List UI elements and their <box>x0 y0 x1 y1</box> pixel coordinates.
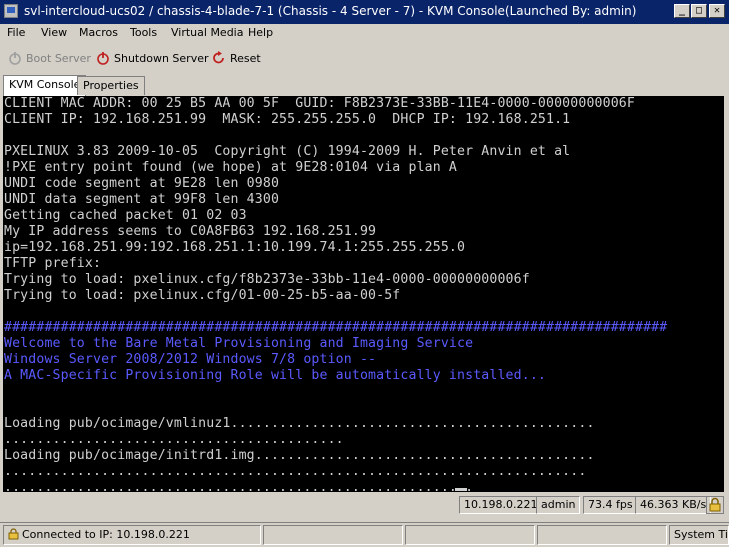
console-line: ........................................… <box>4 480 474 492</box>
close-button[interactable]: ✕ <box>709 4 725 18</box>
console-line: ........................................… <box>4 464 587 479</box>
menu-macros[interactable]: Macros <box>79 26 118 39</box>
shutdown-server-label: Shutdown Server <box>114 52 209 65</box>
console-line: My IP address seems to C0A8FB63 192.168.… <box>4 224 377 239</box>
server-ip-field: 10.198.0.221 <box>459 496 543 514</box>
lock-icon <box>706 496 724 514</box>
connection-status: Connected to IP: 10.198.0.221 <box>3 525 261 545</box>
console-line: Loading pub/ocimage/initrd1.img.........… <box>4 448 595 463</box>
menu-virtual-media[interactable]: Virtual Media <box>171 26 243 39</box>
system-time-field: System Time: <box>669 525 729 545</box>
padlock-icon <box>8 528 19 544</box>
console-line: UNDI code segment at 9E28 len 0980 <box>4 176 280 191</box>
tab-properties[interactable]: Properties <box>77 76 145 95</box>
kvm-app-icon <box>4 4 18 18</box>
console-line: UNDI data segment at 99F8 len 4300 <box>4 192 280 207</box>
console-line: ........................................… <box>4 432 344 447</box>
console-line: Windows Server 2008/2012 Windows 7/8 opt… <box>4 352 377 367</box>
tab-kvm-console[interactable]: KVM Console <box>3 75 87 96</box>
menu-file[interactable]: File <box>7 26 25 39</box>
data-rate-field: 46.363 KB/s <box>635 496 712 514</box>
shutdown-server-button[interactable]: Shutdown Server <box>96 51 209 65</box>
connection-status-label: Connected to IP: 10.198.0.221 <box>22 528 190 541</box>
console-cursor <box>455 488 467 491</box>
maximize-button[interactable]: □ <box>691 4 707 18</box>
status-field-empty-1 <box>263 525 403 545</box>
console-line: Trying to load: pxelinux.cfg/f8b2373e-33… <box>4 272 530 287</box>
boot-server-label: Boot Server <box>26 52 91 65</box>
console-line: ########################################… <box>4 320 668 335</box>
kvm-console-screen[interactable]: CLIENT MAC ADDR: 00 25 B5 AA 00 5F GUID:… <box>3 96 724 492</box>
console-line: TFTP prefix: <box>4 256 102 271</box>
status-field-empty-2 <box>405 525 535 545</box>
minimize-button[interactable]: _ <box>674 4 690 18</box>
console-line: CLIENT MAC ADDR: 00 25 B5 AA 00 5F GUID:… <box>4 96 635 111</box>
window-title: svl-intercloud-ucs02 / chassis-4-blade-7… <box>24 4 637 18</box>
menu-help[interactable]: Help <box>248 26 273 39</box>
console-line: ip=192.168.251.99:192.168.251.1:10.199.7… <box>4 240 466 255</box>
console-line: !PXE entry point found (we hope) at 9E28… <box>4 160 458 175</box>
bottom-status-bar: Connected to IP: 10.198.0.221 System Tim… <box>0 522 729 547</box>
boot-server-button[interactable]: Boot Server <box>8 51 91 65</box>
reset-button[interactable]: Reset <box>212 51 261 65</box>
console-line: A MAC-Specific Provisioning Role will be… <box>4 368 546 383</box>
console-line: CLIENT IP: 192.168.251.99 MASK: 255.255.… <box>4 112 571 127</box>
window-title-bar[interactable]: svl-intercloud-ucs02 / chassis-4-blade-7… <box>0 0 729 24</box>
session-status-strip: 10.198.0.221 admin 73.4 fps 46.363 KB/s <box>0 494 729 516</box>
toolbar: Boot Server Shutdown Server Reset <box>0 44 729 72</box>
status-field-empty-3 <box>537 525 667 545</box>
tab-strip: KVM Console Properties <box>0 74 729 96</box>
console-line: PXELINUX 3.83 2009-10-05 Copyright (C) 1… <box>4 144 571 159</box>
console-line: Welcome to the Bare Metal Provisioning a… <box>4 336 474 351</box>
reset-icon <box>212 51 226 65</box>
console-line: Trying to load: pxelinux.cfg/01-00-25-b5… <box>4 288 401 303</box>
menu-tools[interactable]: Tools <box>130 26 157 39</box>
menu-bar: File View Macros Tools Virtual Media Hel… <box>0 24 729 44</box>
fps-field: 73.4 fps <box>583 496 638 514</box>
console-line: Getting cached packet 01 02 03 <box>4 208 247 223</box>
power-icon <box>8 51 22 65</box>
menu-view[interactable]: View <box>41 26 67 39</box>
power-off-icon <box>96 51 110 65</box>
reset-label: Reset <box>230 52 261 65</box>
console-line: Loading pub/ocimage/vmlinuz1............… <box>4 416 595 431</box>
console-output: CLIENT MAC ADDR: 00 25 B5 AA 00 5F GUID:… <box>3 96 724 492</box>
user-field: admin <box>536 496 581 514</box>
